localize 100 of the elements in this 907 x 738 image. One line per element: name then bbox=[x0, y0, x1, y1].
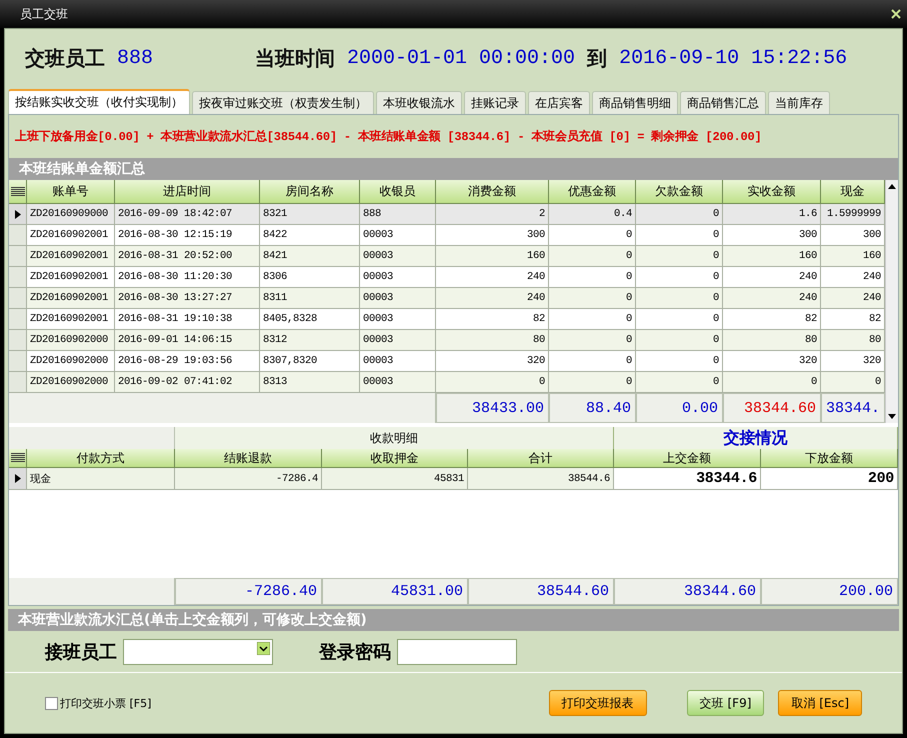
column-header: 收银员 bbox=[360, 180, 436, 204]
table-cell: 00003 bbox=[360, 372, 436, 393]
table-cell: 240 bbox=[821, 288, 886, 309]
tab[interactable]: 当前库存 bbox=[768, 91, 830, 114]
row-indicator[interactable] bbox=[9, 468, 27, 490]
table-cell: ZD20160902000 bbox=[27, 372, 115, 393]
table-cell: 0 bbox=[549, 330, 636, 351]
table-cell: 00003 bbox=[360, 246, 436, 267]
table-cell: 82 bbox=[821, 309, 886, 330]
table-cell: ZD20160902001 bbox=[27, 309, 115, 330]
table-cell: 1.5999999 bbox=[821, 204, 886, 225]
shift-start: 2000-01-01 00:00:00 bbox=[347, 47, 576, 70]
table-cell: ZD20160902000 bbox=[27, 330, 115, 351]
total-cell: 45831.00 bbox=[322, 578, 468, 605]
tab[interactable]: 按结账实收交班（收付实现制） bbox=[8, 89, 190, 114]
column-header: 下放金额 bbox=[761, 449, 898, 468]
table-cell: 80 bbox=[436, 330, 549, 351]
table-cell: 00003 bbox=[360, 330, 436, 351]
table-cell: ZD20160902001 bbox=[27, 225, 115, 246]
table-cell: ZD20160902001 bbox=[27, 246, 115, 267]
column-header: 房间名称 bbox=[260, 180, 360, 204]
table-cell: 80 bbox=[723, 330, 821, 351]
scroll-down-icon[interactable] bbox=[888, 414, 896, 419]
scroll-up-icon[interactable] bbox=[888, 184, 896, 189]
table-cell: 240 bbox=[723, 267, 821, 288]
group-header: 交接情况 bbox=[614, 427, 898, 449]
password-field[interactable] bbox=[397, 638, 517, 664]
column-header: 消费金额 bbox=[436, 180, 549, 204]
tab[interactable]: 本班收银流水 bbox=[376, 91, 462, 114]
checkbox[interactable] bbox=[45, 696, 58, 710]
table-cell: ZD20160909000 bbox=[27, 204, 115, 225]
column-header: 合计 bbox=[468, 449, 614, 468]
action-button[interactable]: 交班 [F9] bbox=[686, 690, 764, 716]
total-cell: 38344.60 bbox=[614, 578, 761, 605]
table-cell: 0.4 bbox=[549, 204, 636, 225]
tab[interactable]: 商品销售汇总 bbox=[680, 91, 766, 114]
column-header: 付款方式 bbox=[27, 449, 175, 468]
table-cell: 00003 bbox=[360, 225, 436, 246]
close-icon[interactable] bbox=[891, 9, 901, 19]
table-cell: 0 bbox=[549, 351, 636, 372]
table-cell: 160 bbox=[436, 246, 549, 267]
row-indicator[interactable] bbox=[9, 204, 27, 225]
table-cell: 0 bbox=[636, 225, 723, 246]
scrollbar[interactable] bbox=[885, 180, 898, 423]
column-header: 欠款金额 bbox=[636, 180, 723, 204]
table-cell: 0 bbox=[636, 204, 723, 225]
window-title: 员工交班 bbox=[20, 6, 68, 22]
table-cell: 0 bbox=[636, 309, 723, 330]
table-cell: 38544.6 bbox=[468, 468, 614, 490]
table-cell: 38344.6 bbox=[614, 468, 761, 490]
section-title: 本班营业款流水汇总(单击上交金额列，可修改上交金额) bbox=[8, 609, 899, 631]
dropdown-icon[interactable] bbox=[257, 642, 270, 654]
row-pointer-icon bbox=[14, 474, 20, 483]
table-cell: 0 bbox=[723, 372, 821, 393]
table-cell: 8307,8320 bbox=[260, 351, 360, 372]
table-cell: -7286.4 bbox=[175, 468, 322, 490]
table-cell: 160 bbox=[723, 246, 821, 267]
table-cell: 0 bbox=[636, 351, 723, 372]
table-cell: 0 bbox=[549, 288, 636, 309]
table-cell: 160 bbox=[821, 246, 886, 267]
column-header: 现金 bbox=[821, 180, 886, 204]
table-cell: 0 bbox=[549, 246, 636, 267]
table-cell: ZD20160902001 bbox=[27, 288, 115, 309]
table-cell: 2016-08-30 13:27:27 bbox=[115, 288, 260, 309]
column-header: 上交金额 bbox=[614, 449, 761, 468]
table-cell: 0 bbox=[436, 372, 549, 393]
total-cell: 200.00 bbox=[761, 578, 898, 605]
section-title: 本班结账单金额汇总 bbox=[9, 158, 898, 180]
total-cell: 38433.00 bbox=[436, 393, 549, 423]
table-cell: 300 bbox=[821, 225, 886, 246]
tab[interactable]: 在店宾客 bbox=[528, 91, 590, 114]
table-cell: 2016-09-01 14:06:15 bbox=[115, 330, 260, 351]
tab[interactable]: 按夜审过账交班（权责发生制） bbox=[192, 91, 374, 114]
table-cell: ZD20160902001 bbox=[27, 267, 115, 288]
table-cell: 45831 bbox=[322, 468, 468, 490]
tab[interactable]: 挂账记录 bbox=[464, 91, 526, 114]
table-cell: 82 bbox=[723, 309, 821, 330]
checkbox-label: 打印交班小票 [F5] bbox=[60, 696, 152, 710]
list-icon bbox=[10, 186, 24, 196]
table-cell: 8312 bbox=[260, 330, 360, 351]
total-cell: 88.40 bbox=[549, 393, 636, 423]
action-button[interactable]: 打印交班报表 bbox=[548, 690, 647, 716]
to-label: 到 bbox=[587, 45, 608, 72]
table-cell: 00003 bbox=[360, 309, 436, 330]
table-cell: 300 bbox=[436, 225, 549, 246]
tab[interactable]: 商品销售明细 bbox=[592, 91, 678, 114]
total-cell: 38544.60 bbox=[468, 578, 614, 605]
action-button[interactable]: 取消 [Esc] bbox=[778, 690, 862, 716]
table-cell: 2016-08-31 20:52:00 bbox=[115, 246, 260, 267]
table-cell: 1.6 bbox=[723, 204, 821, 225]
total-cell: 0.00 bbox=[636, 393, 723, 423]
table-cell: 00003 bbox=[360, 288, 436, 309]
table-cell: 240 bbox=[723, 288, 821, 309]
column-header: 优惠金额 bbox=[549, 180, 636, 204]
table-cell: 0 bbox=[821, 372, 886, 393]
table-cell: 82 bbox=[436, 309, 549, 330]
table-cell: 0 bbox=[636, 330, 723, 351]
table-cell: 8306 bbox=[260, 267, 360, 288]
table-cell: 200 bbox=[761, 468, 898, 490]
shift-end: 2016-09-10 15:22:56 bbox=[619, 47, 848, 70]
